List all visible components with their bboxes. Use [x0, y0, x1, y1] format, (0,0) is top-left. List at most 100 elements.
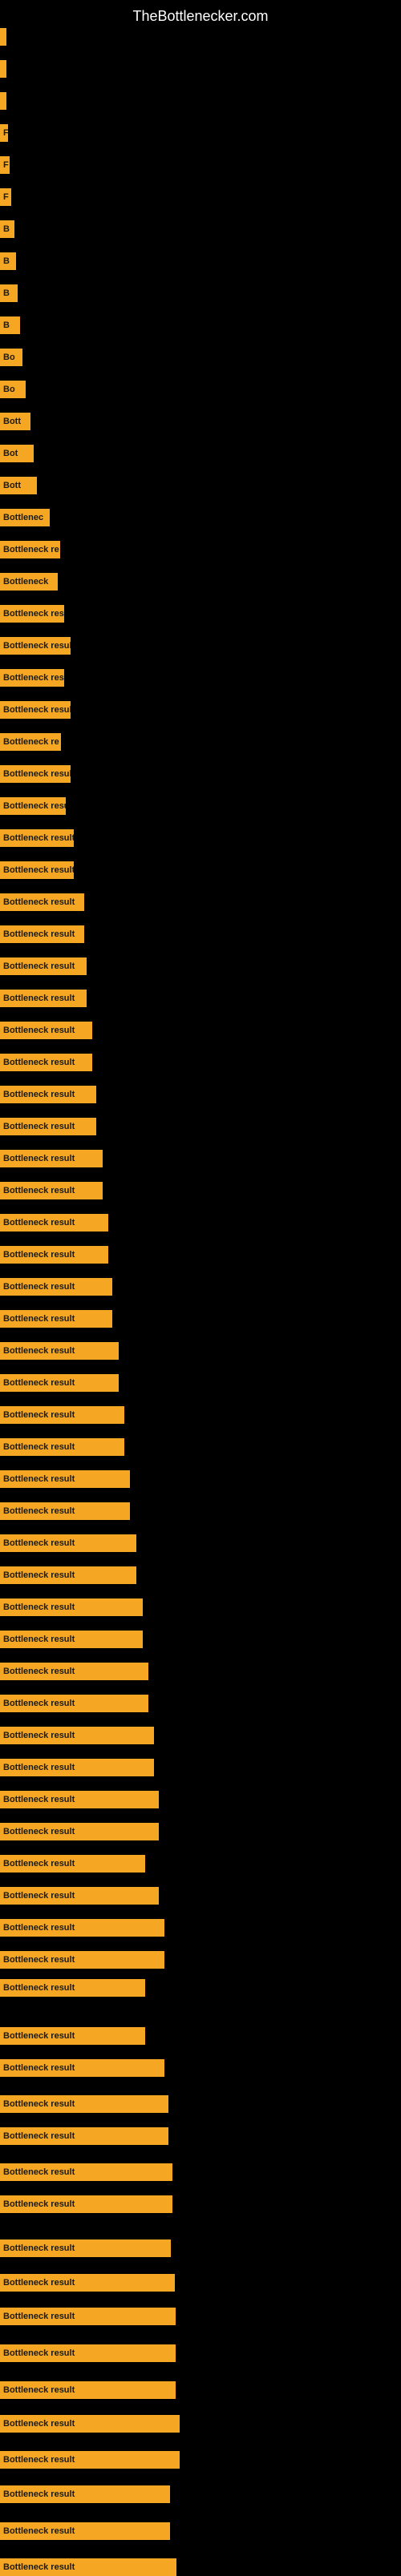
bar-item: Bottleneck result: [0, 1566, 136, 1584]
bar-item: Bottleneck result: [0, 2522, 170, 2540]
bar-item: [0, 60, 6, 78]
bar: Bottleneck result: [0, 829, 74, 847]
bar: Bottleneck re: [0, 541, 60, 558]
bar-item: Bottleneck resu: [0, 605, 64, 623]
bar-item: Bottleneck result: [0, 990, 87, 1007]
bar-item: Bottleneck result: [0, 1791, 159, 1808]
bar-label: F: [3, 128, 8, 138]
bar: Bottleneck result: [0, 2127, 168, 2145]
bar: Bottleneck result: [0, 1470, 130, 1488]
bar-label: Bottleneck result: [3, 994, 75, 1003]
bar: Bottleneck result: [0, 861, 74, 879]
bar-item: Bottleneck result: [0, 861, 74, 879]
bar-item: Bottleneck result: [0, 765, 71, 783]
bar: Bottleneck result: [0, 1054, 92, 1071]
bar-label: Bott: [3, 481, 21, 490]
bar-label: Bottleneck result: [3, 1731, 75, 1740]
bar: Bo: [0, 349, 22, 366]
bar: Bottleneck result: [0, 2381, 176, 2399]
bar: Bottleneck resu: [0, 669, 64, 687]
bar-item: Bottleneck result: [0, 2381, 176, 2399]
bar: Bottleneck result: [0, 2059, 164, 2077]
bar-label: Bottleneck result: [3, 1667, 75, 1676]
bar-label: Bottleneck result: [3, 1186, 75, 1195]
bar: Bottleneck result: [0, 2027, 145, 2045]
bar-label: Bottleneck result: [3, 1795, 75, 1804]
bar-item: Bottleneck result: [0, 1214, 108, 1232]
bar: Bottleneck result: [0, 1855, 145, 1873]
bar-item: Bottleneck result: [0, 1278, 112, 1296]
bar-label: F: [3, 192, 9, 202]
bar-item: Bottleneck result: [0, 2239, 171, 2257]
bar: Bottlenec: [0, 509, 50, 526]
bar-item: Bottleneck result: [0, 1150, 103, 1167]
bar-label: Bottleneck result: [3, 1506, 75, 1516]
bar: Bottleneck result: [0, 925, 84, 943]
bar: Bottleneck re: [0, 733, 61, 751]
bar-item: Bottleneck result: [0, 893, 84, 911]
bar-item: Bottleneck result: [0, 1182, 103, 1199]
bar: [0, 92, 6, 110]
bar-label: Bot: [3, 449, 18, 458]
bar: Bottleneck result: [0, 2522, 170, 2540]
bar: Bottleneck result: [0, 1823, 159, 1840]
bar: Bottleneck result: [0, 2558, 176, 2576]
bar-label: Bottleneck result: [3, 1923, 75, 1933]
bar: Bottleneck result: [0, 1663, 148, 1680]
bar-label: Bottleneck result: [3, 1983, 75, 1993]
bar-item: Bottleneck result: [0, 2095, 168, 2113]
bar-item: Bott: [0, 477, 37, 494]
bar-item: Bottleneck result: [0, 1118, 96, 1135]
bar-item: Bottleneck result: [0, 1406, 124, 1424]
bar: Bo: [0, 381, 26, 398]
bar: Bottleneck result: [0, 893, 84, 911]
bar: Bottleneck result: [0, 701, 71, 719]
bar-label: B: [3, 224, 10, 234]
bar-item: Bottleneck result: [0, 2485, 170, 2503]
bar-item: Bottleneck result: [0, 1438, 124, 1456]
bar-label: Bottleneck result: [3, 2199, 75, 2209]
bar-item: Bottleneck result: [0, 2415, 180, 2433]
bar-item: Bottleneck result: [0, 925, 84, 943]
bar-label: Bottleneck resu: [3, 609, 64, 619]
bar-item: Bottleneck result: [0, 1823, 159, 1840]
bar-label: B: [3, 256, 10, 266]
bar: Bottleneck result: [0, 2415, 180, 2433]
bar: Bottleneck result: [0, 1502, 130, 1520]
bar-label: Bottleneck result: [3, 1378, 75, 1388]
bar: B: [0, 252, 16, 270]
bar-item: Bo: [0, 381, 26, 398]
bar-item: Bottleneck result: [0, 1663, 148, 1680]
bar: F: [0, 124, 8, 142]
bar-label: Bottleneck re: [3, 545, 59, 554]
bar-label: Bottleneck result: [3, 961, 75, 971]
bar-label: Bottleneck result: [3, 1474, 75, 1484]
bar-item: Bottleneck result: [0, 829, 74, 847]
bar-label: Bottleneck result: [3, 2278, 75, 2288]
bar: Bot: [0, 445, 34, 462]
bar-label: Bo: [3, 353, 15, 362]
bar: Bottleneck result: [0, 1246, 108, 1264]
bar-label: Bottleneck result: [3, 2312, 75, 2321]
bar-label: Bottleneck result: [3, 1442, 75, 1452]
bar: [0, 60, 6, 78]
bar-item: Bottleneck result: [0, 637, 71, 655]
bar-item: Bottleneck result: [0, 2558, 176, 2576]
bar-item: B: [0, 252, 16, 270]
bar-label: Bo: [3, 385, 15, 394]
bar: Bottleneck result: [0, 1631, 143, 1648]
bar-label: Bottleneck result: [3, 2526, 75, 2536]
bar: Bottleneck result: [0, 1182, 103, 1199]
bar: Bottleneck result: [0, 990, 87, 1007]
bar-label: Bottleneck result: [3, 705, 71, 715]
bar: Bottleneck result: [0, 2344, 176, 2362]
bar: Bottleneck result: [0, 2095, 168, 2113]
bar-label: Bottleneck result: [3, 1026, 75, 1035]
bar-item: F: [0, 156, 10, 174]
bar-label: Bottleneck result: [3, 1635, 75, 1644]
bar-item: Bottleneck result: [0, 2308, 176, 2325]
bar-item: F: [0, 124, 8, 142]
bar-label: Bottleneck result: [3, 2348, 75, 2358]
bar: Bottleneck result: [0, 2239, 171, 2257]
bar-label: Bottleneck resu: [3, 673, 64, 683]
